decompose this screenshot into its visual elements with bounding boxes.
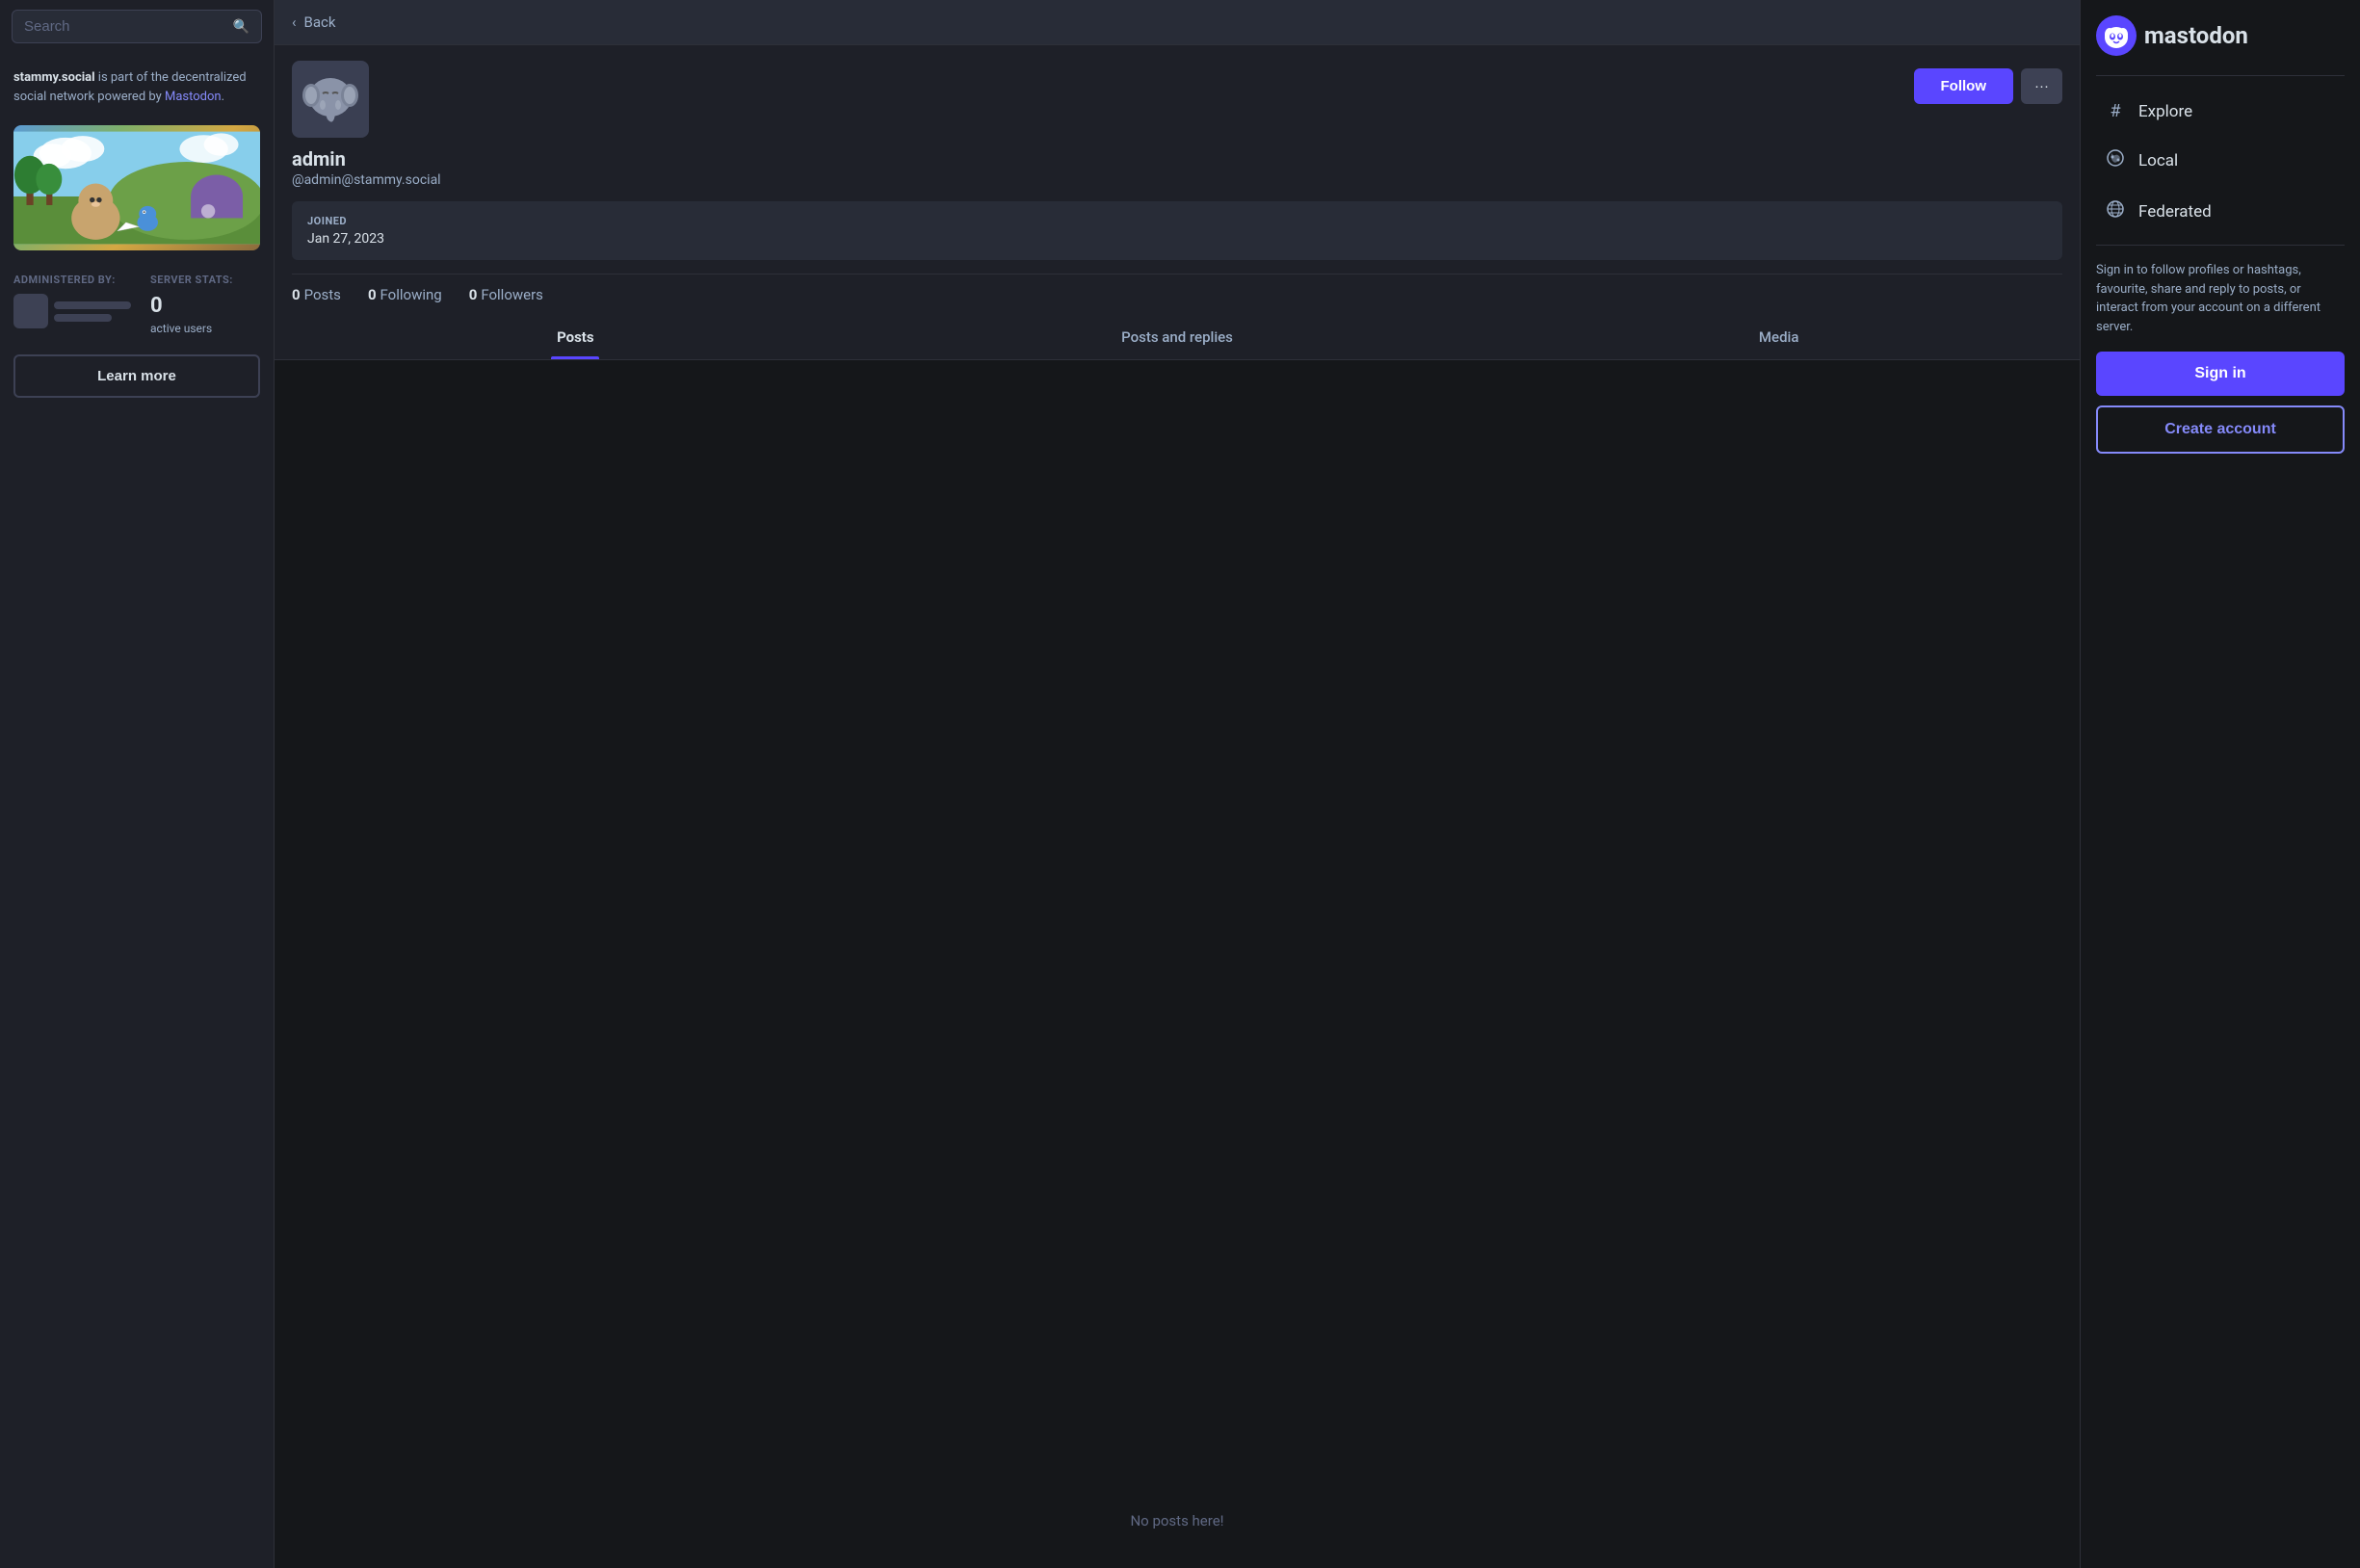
joined-box: JOINED Jan 27, 2023 xyxy=(292,201,2062,260)
stats-section: SERVER STATS: 0 active users xyxy=(150,274,233,335)
active-users-label: active users xyxy=(150,322,233,335)
profile-handle: @admin@stammy.social xyxy=(292,172,2062,188)
name-bar-long xyxy=(54,301,131,309)
posts-area: No posts here! xyxy=(275,360,2080,1568)
followers-label: Followers xyxy=(481,286,543,303)
following-label: Following xyxy=(380,286,442,303)
profile-avatar xyxy=(292,61,369,138)
nav-local[interactable]: Local xyxy=(2096,135,2345,186)
local-icon xyxy=(2104,148,2127,172)
sign-in-description: Sign in to follow profiles or hashtags, … xyxy=(2096,261,2345,336)
posts-count: 0 xyxy=(292,286,301,303)
followers-stat[interactable]: 0 Followers xyxy=(469,286,543,303)
administered-by-label: ADMINISTERED BY: xyxy=(13,274,131,286)
left-sidebar: 🔍 stammy.social is part of the decentral… xyxy=(0,0,275,1568)
right-sidebar: mastodon # Explore Local xyxy=(2081,0,2360,1568)
elephant-avatar-icon xyxy=(302,70,359,128)
site-name: stammy.social xyxy=(13,70,95,85)
tab-media[interactable]: Media xyxy=(1478,315,2080,359)
profile-tabs: Posts Posts and replies Media xyxy=(275,315,2080,360)
mastodon-elephant-logo xyxy=(2101,20,2132,51)
logo-divider xyxy=(2096,75,2345,76)
sidebar-info: stammy.social is part of the decentraliz… xyxy=(0,53,274,121)
profile-header: Follow ··· admin @admin@stammy.social JO… xyxy=(275,45,2080,315)
local-label: Local xyxy=(2138,151,2178,170)
admin-section: ADMINISTERED BY: xyxy=(13,274,131,328)
follow-button[interactable]: Follow xyxy=(1914,68,2014,104)
nav-divider xyxy=(2096,245,2345,246)
explore-icon: # xyxy=(2104,101,2127,121)
search-input[interactable] xyxy=(24,18,233,35)
mastodon-logo: mastodon xyxy=(2096,0,2345,71)
profile-actions: Follow ··· xyxy=(1914,61,2063,104)
server-stats-label: SERVER STATS: xyxy=(150,274,233,286)
name-bar-short xyxy=(54,314,112,322)
back-arrow-icon: ‹ xyxy=(292,13,297,31)
joined-label: JOINED xyxy=(307,215,2047,227)
tab-posts[interactable]: Posts xyxy=(275,315,877,359)
following-stat[interactable]: 0 Following xyxy=(368,286,442,303)
following-count: 0 xyxy=(368,286,377,303)
server-image xyxy=(13,125,260,250)
profile-top: Follow ··· xyxy=(292,45,2062,138)
learn-more-button[interactable]: Learn more xyxy=(13,354,260,398)
nav-federated[interactable]: Federated xyxy=(2096,186,2345,237)
posts-label: Posts xyxy=(304,286,341,303)
followers-count: 0 xyxy=(469,286,478,303)
server-stats: ADMINISTERED BY: SERVER STATS: 0 active … xyxy=(0,264,274,345)
back-bar[interactable]: ‹ Back xyxy=(275,0,2080,45)
federated-label: Federated xyxy=(2138,202,2212,222)
mastodon-link[interactable]: Mastodon xyxy=(165,90,222,104)
mastodon-logo-text: mastodon xyxy=(2144,22,2248,49)
server-artwork xyxy=(13,125,260,250)
back-label: Back xyxy=(304,13,336,31)
active-users-count: 0 xyxy=(150,294,233,318)
nav-explore[interactable]: # Explore xyxy=(2096,88,2345,135)
main-content: ‹ Back xyxy=(275,0,2081,1568)
no-posts-message: No posts here! xyxy=(1130,1512,1223,1529)
profile-stats: 0 Posts 0 Following 0 Followers xyxy=(292,274,2062,315)
federated-icon xyxy=(2104,199,2127,223)
mastodon-logo-icon xyxy=(2096,15,2137,56)
profile-name: admin xyxy=(292,147,2062,170)
admin-avatar xyxy=(13,294,48,328)
tab-posts-replies[interactable]: Posts and replies xyxy=(877,315,1479,359)
search-icon: 🔍 xyxy=(233,19,249,35)
search-bar: 🔍 xyxy=(12,10,262,43)
joined-date: Jan 27, 2023 xyxy=(307,231,2047,247)
admin-avatar-row xyxy=(13,294,131,328)
sign-in-button[interactable]: Sign in xyxy=(2096,352,2345,396)
posts-stat: 0 Posts xyxy=(292,286,341,303)
create-account-button[interactable]: Create account xyxy=(2096,405,2345,454)
admin-name-bars xyxy=(54,301,131,322)
explore-label: Explore xyxy=(2138,102,2192,121)
more-options-button[interactable]: ··· xyxy=(2021,68,2062,104)
